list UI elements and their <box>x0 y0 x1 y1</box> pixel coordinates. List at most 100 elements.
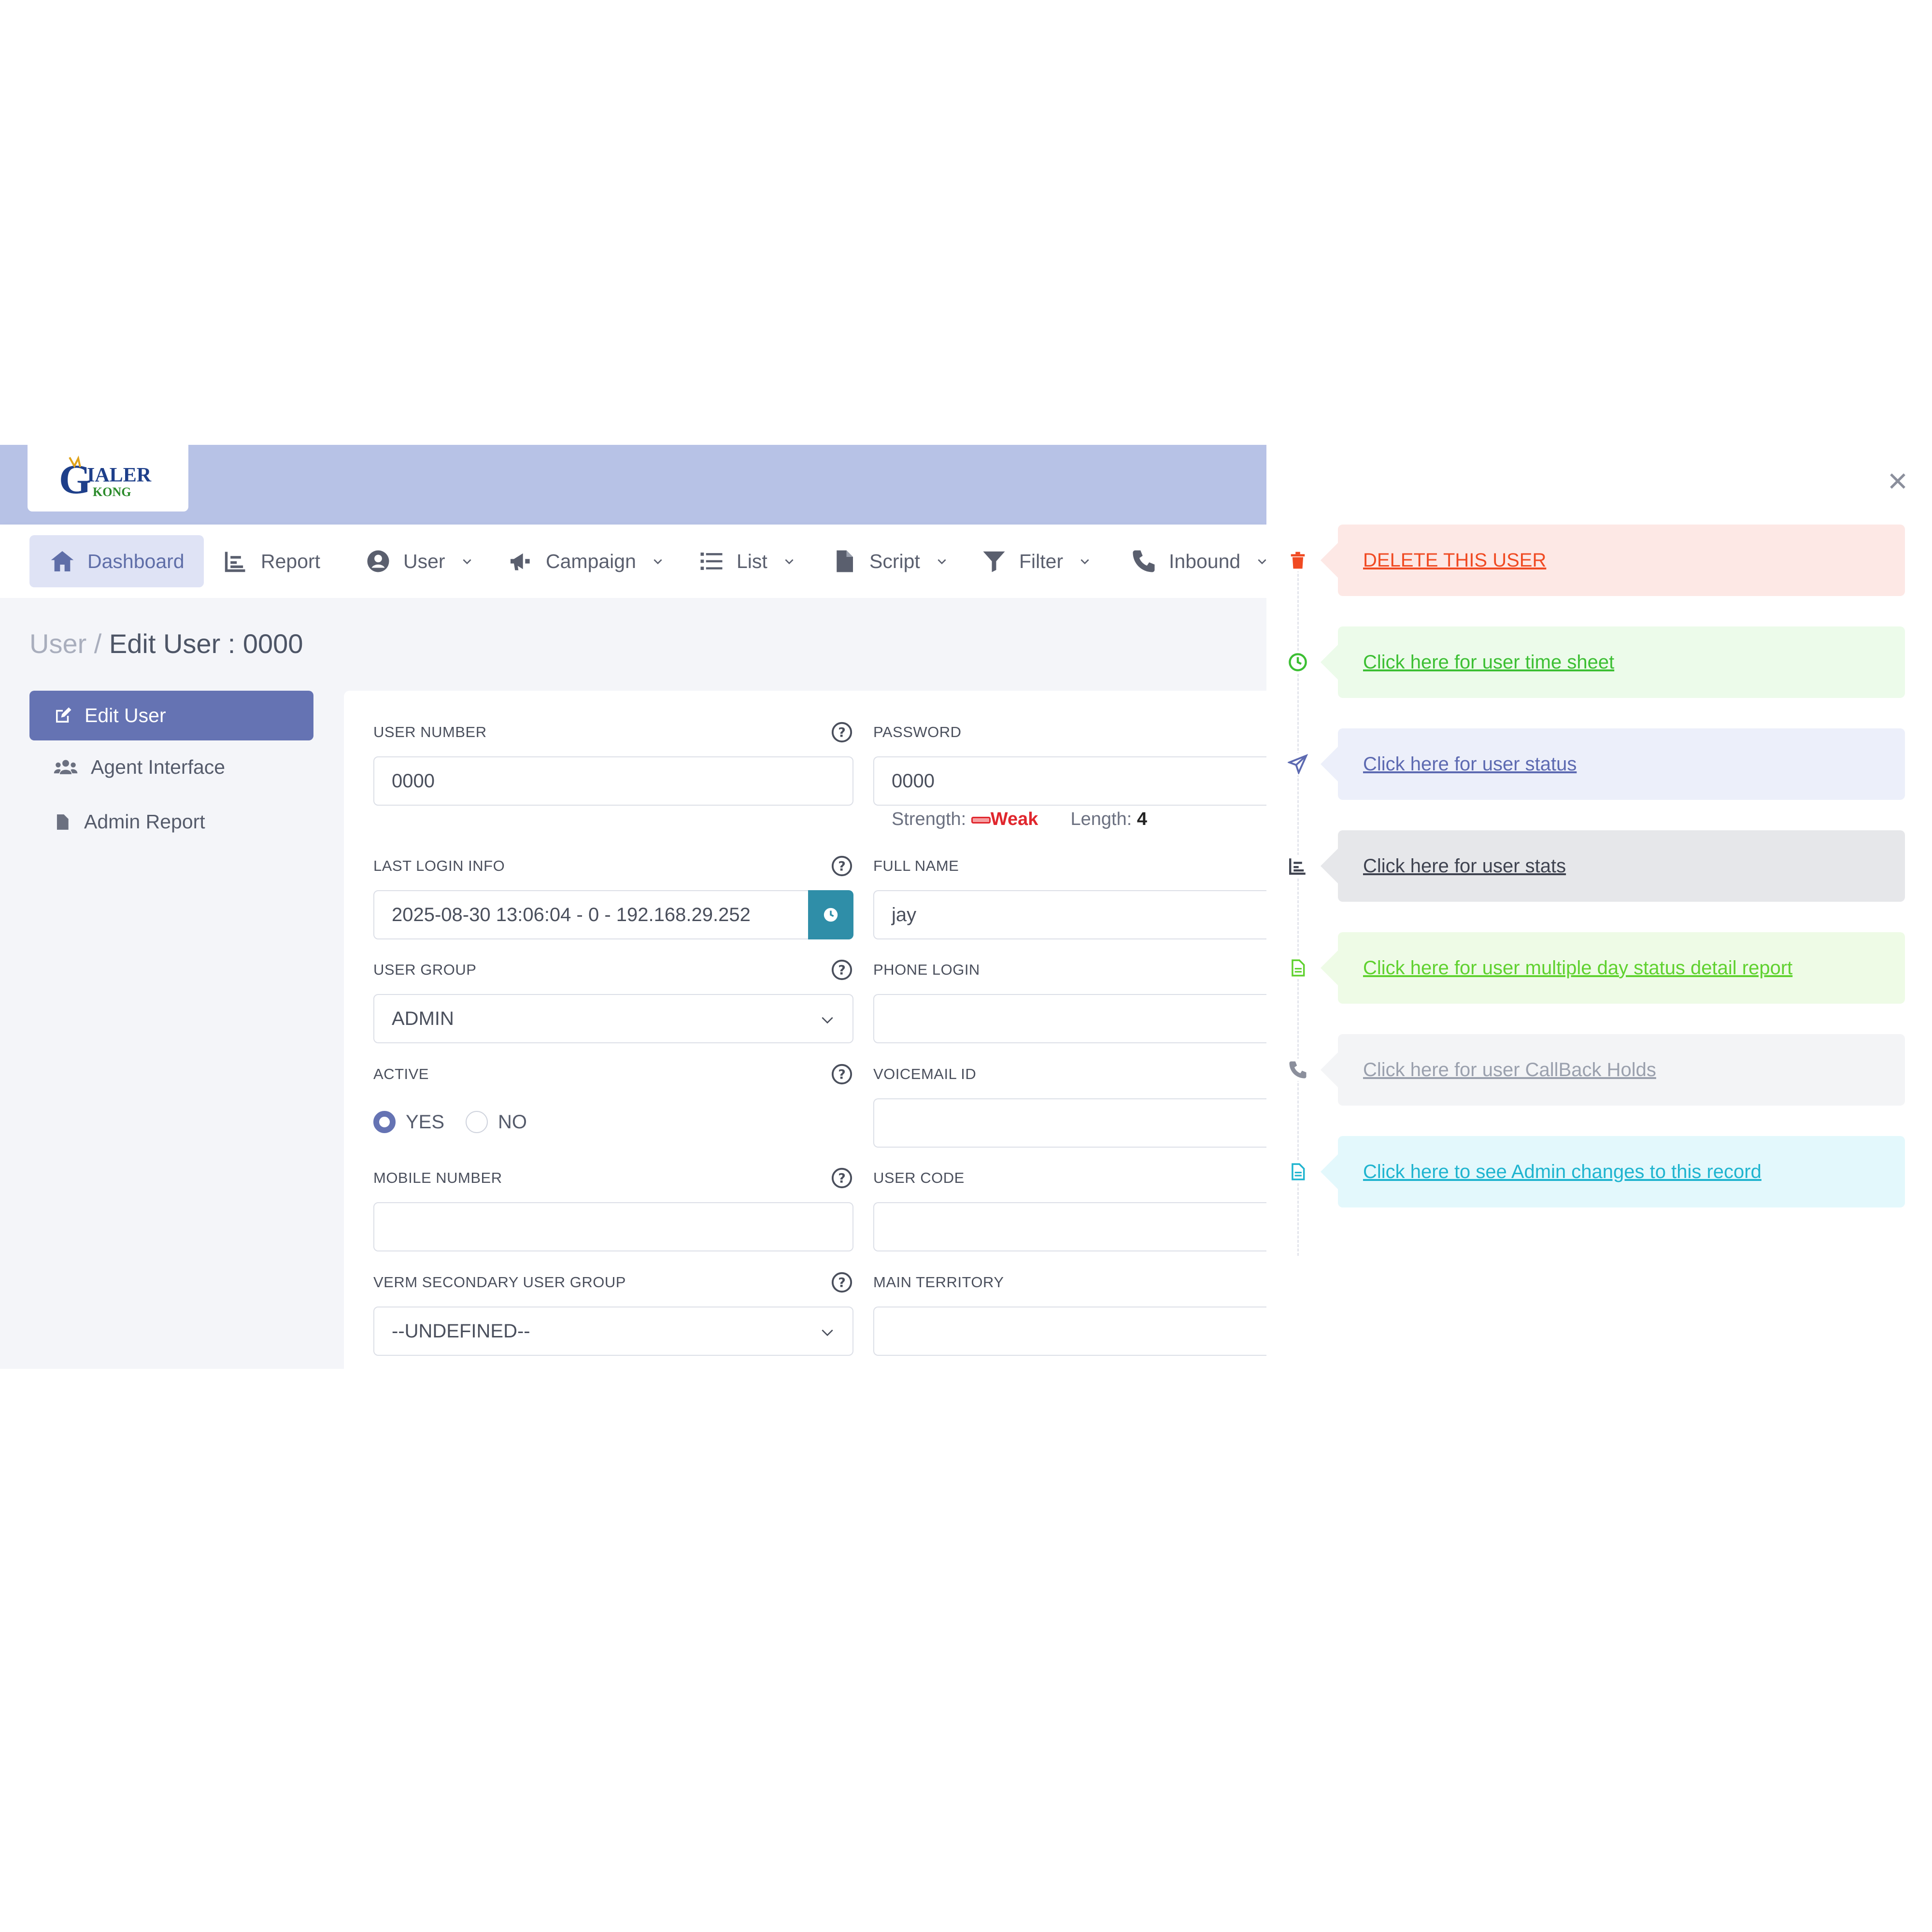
timeline-card: Click here for user CallBack Holds <box>1321 1034 1905 1106</box>
nav-campaign[interactable]: Campaign <box>488 535 683 587</box>
svg-text:?: ? <box>838 1067 846 1082</box>
top-bar <box>0 445 1266 525</box>
phone-login-label: PHONE LOGIN <box>873 961 980 978</box>
document-icon <box>1287 957 1309 979</box>
last-login-input: 2025-08-30 13:06:04 - 0 - 192.168.29.252 <box>373 890 809 939</box>
active-label: ACTIVE <box>373 1065 429 1082</box>
active-no-radio[interactable] <box>466 1111 488 1133</box>
nav-label: Inbound <box>1169 550 1241 572</box>
help-icon[interactable]: ? <box>831 1271 853 1293</box>
nav-label: Campaign <box>546 550 636 572</box>
logo-icon: G IALER KONG <box>59 455 152 502</box>
chart-icon <box>1287 855 1309 877</box>
nav-label: Filter <box>1019 550 1064 572</box>
svg-text:?: ? <box>838 1171 846 1186</box>
voicemail-id-label: VOICEMAIL ID <box>873 1065 977 1082</box>
nav-list[interactable]: List <box>679 535 815 587</box>
trash-icon <box>1287 549 1309 571</box>
main-territory-input[interactable] <box>873 1307 1274 1356</box>
chevron-down-icon <box>938 559 946 565</box>
svg-text:?: ? <box>838 963 846 978</box>
time-sheet-link[interactable]: Click here for user time sheet <box>1363 652 1614 673</box>
phone-login-input[interactable] <box>873 994 1274 1043</box>
logo[interactable]: G IALER KONG <box>28 445 188 511</box>
nav-label: Report <box>261 550 321 572</box>
close-icon[interactable] <box>1888 471 1908 491</box>
last-login-button[interactable] <box>808 890 853 939</box>
help-icon[interactable]: ? <box>831 1167 853 1189</box>
chevron-down-icon <box>1080 559 1089 565</box>
active-yes-label: YES <box>406 1111 445 1133</box>
breadcrumb: User / Edit User : 0000 <box>29 628 303 659</box>
active-yes-radio[interactable] <box>373 1111 396 1133</box>
sidebar-item-label: Edit User <box>85 704 166 726</box>
nav-report[interactable]: Report <box>203 535 340 587</box>
callback-holds-link[interactable]: Click here for user CallBack Holds <box>1363 1059 1656 1081</box>
user-group-label: USER GROUP <box>373 961 477 978</box>
sidebar-item-edit-user[interactable]: Edit User <box>29 691 313 740</box>
timeline-card: Click here to see Admin changes to this … <box>1321 1136 1905 1208</box>
user-number-label: USER NUMBER <box>373 724 487 740</box>
voicemail-id-input[interactable] <box>873 1098 1274 1148</box>
page: G IALER KONG Dashboard Report User Campa… <box>0 0 1932 1932</box>
file-icon <box>57 814 69 830</box>
password-label: PASSWORD <box>873 724 962 740</box>
user-circle-icon <box>365 548 392 575</box>
svg-text:IALER: IALER <box>87 464 152 486</box>
user-code-label: USER CODE <box>873 1169 965 1186</box>
help-icon[interactable]: ? <box>831 855 853 877</box>
phone-icon <box>1287 1059 1309 1081</box>
mobile-number-input[interactable] <box>373 1202 853 1251</box>
funnel-icon <box>980 548 1008 575</box>
mobile-number-label: MOBILE NUMBER <box>373 1169 502 1186</box>
timeline-card: Click here for user time sheet <box>1321 626 1905 698</box>
user-group-select[interactable]: ADMIN <box>373 994 853 1043</box>
page-title: Edit User : 0000 <box>109 628 303 659</box>
password-input[interactable]: 0000 <box>873 756 1274 806</box>
help-icon[interactable]: ? <box>831 1063 853 1085</box>
document-icon <box>1287 1161 1309 1183</box>
nav-label: User <box>403 550 445 572</box>
main-navbar: Dashboard Report User Campaign List Scri… <box>0 525 1266 598</box>
breadcrumb-parent[interactable]: User / <box>29 628 101 659</box>
nav-script[interactable]: Script <box>811 535 967 587</box>
admin-changes-link[interactable]: Click here to see Admin changes to this … <box>1363 1161 1762 1183</box>
help-icon[interactable]: ? <box>831 959 853 981</box>
main-territory-label: MAIN TERRITORY <box>873 1274 1004 1291</box>
nav-label: List <box>737 550 767 572</box>
nav-inbound[interactable]: Inbound <box>1111 535 1288 587</box>
sidebar-item-admin-report[interactable]: Admin Report <box>53 810 205 833</box>
nav-label: Dashboard <box>87 550 185 572</box>
chevron-down-icon <box>653 559 662 565</box>
svg-text:?: ? <box>838 1276 846 1291</box>
chevron-down-icon <box>785 559 794 565</box>
home-icon <box>49 548 76 575</box>
multi-day-report-link[interactable]: Click here for user multiple day status … <box>1363 957 1792 979</box>
user-code-input[interactable] <box>873 1202 1274 1251</box>
nav-user[interactable]: User <box>345 535 493 587</box>
timeline-card: Click here for user stats <box>1321 830 1905 902</box>
svg-text:?: ? <box>838 725 846 740</box>
secondary-group-select[interactable]: --UNDEFINED-- <box>373 1307 853 1356</box>
active-no-label: NO <box>498 1111 527 1133</box>
chevron-down-icon <box>822 1017 833 1024</box>
megaphone-icon <box>507 548 534 575</box>
user-stats-link[interactable]: Click here for user stats <box>1363 855 1566 877</box>
secondary-group-label: VERM SECONDARY USER GROUP <box>373 1274 626 1291</box>
chevron-down-icon <box>463 559 471 565</box>
user-number-input[interactable]: 0000 <box>373 756 853 806</box>
help-icon[interactable]: ? <box>831 721 853 743</box>
sidebar-item-label: Agent Interface <box>91 756 226 778</box>
users-icon <box>54 759 78 774</box>
password-strength: Strength: Weak Length: 4 <box>892 809 1147 829</box>
edit-icon <box>56 707 71 723</box>
user-status-link[interactable]: Click here for user status <box>1363 753 1577 775</box>
nav-filter[interactable]: Filter <box>961 535 1110 587</box>
timeline-card: DELETE THIS USER <box>1321 525 1905 596</box>
timeline-card: Click here for user status <box>1321 728 1905 800</box>
sidebar-item-agent-interface[interactable]: Agent Interface <box>53 756 225 779</box>
nav-dashboard[interactable]: Dashboard <box>29 535 204 587</box>
full-name-input[interactable]: jay <box>873 890 1274 939</box>
delete-user-link[interactable]: DELETE THIS USER <box>1363 550 1546 571</box>
clock-icon <box>824 908 838 922</box>
